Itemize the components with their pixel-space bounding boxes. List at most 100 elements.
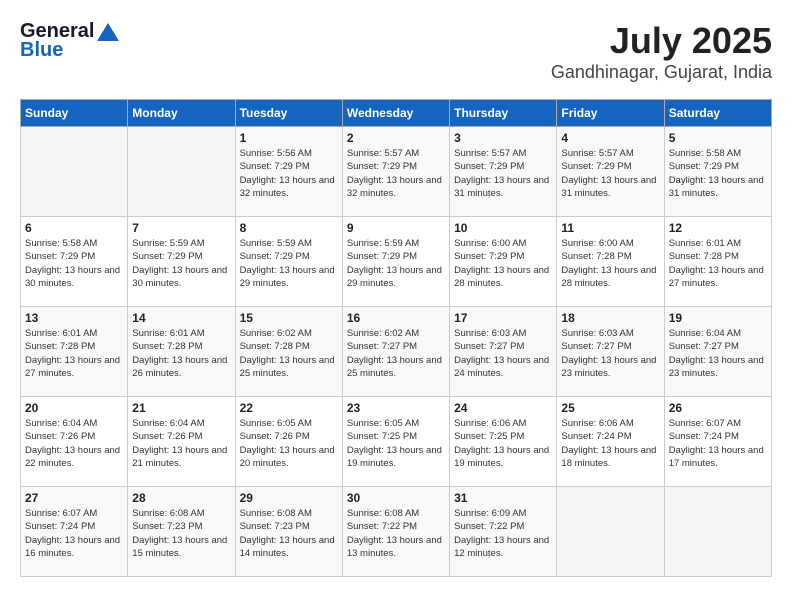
day-number: 13 [25, 311, 123, 325]
day-detail: Sunrise: 6:08 AM Sunset: 7:23 PM Dayligh… [132, 507, 230, 560]
calendar-header-row: SundayMondayTuesdayWednesdayThursdayFrid… [21, 100, 772, 127]
day-cell [21, 127, 128, 217]
day-number: 31 [454, 491, 552, 505]
day-cell: 16Sunrise: 6:02 AM Sunset: 7:27 PM Dayli… [342, 307, 449, 397]
day-cell: 20 Sunrise: 6:04 AM Sunset: 7:26 PM Dayli… [21, 397, 128, 487]
calendar-body: 1 Sunrise: 5:56 AM Sunset: 7:29 PM Daylig… [21, 127, 772, 577]
day-cell: 21 Sunrise: 6:04 AM Sunset: 7:26 PM Dayli… [128, 397, 235, 487]
day-cell: 19Sunrise: 6:04 AM Sunset: 7:27 PM Dayli… [664, 307, 771, 397]
week-row-5: 27 Sunrise: 6:07 AM Sunset: 7:24 PM Dayli… [21, 487, 772, 577]
day-detail: Sunrise: 6:07 AM Sunset: 7:24 PM Dayligh… [25, 507, 123, 560]
day-number: 6 [25, 221, 123, 235]
day-cell: 5 Sunrise: 5:58 AM Sunset: 7:29 PM Daylig… [664, 127, 771, 217]
day-cell [557, 487, 664, 577]
col-header-friday: Friday [557, 100, 664, 127]
week-row-1: 1 Sunrise: 5:56 AM Sunset: 7:29 PM Daylig… [21, 127, 772, 217]
day-cell: 4Sunrise: 5:57 AM Sunset: 7:29 PM Daylig… [557, 127, 664, 217]
day-cell: 3 Sunrise: 5:57 AM Sunset: 7:29 PM Daylig… [450, 127, 557, 217]
day-detail: Sunrise: 5:56 AM Sunset: 7:29 PM Dayligh… [240, 147, 338, 200]
day-cell: 28 Sunrise: 6:08 AM Sunset: 7:23 PM Dayli… [128, 487, 235, 577]
logo: General Blue [20, 20, 119, 62]
day-number: 12 [669, 221, 767, 235]
day-number: 28 [132, 491, 230, 505]
col-header-sunday: Sunday [21, 100, 128, 127]
col-header-thursday: Thursday [450, 100, 557, 127]
day-detail: Sunrise: 5:59 AM Sunset: 7:29 PM Dayligh… [132, 237, 230, 290]
day-detail: Sunrise: 5:57 AM Sunset: 7:29 PM Dayligh… [561, 147, 659, 200]
day-detail: Sunrise: 6:03 AM Sunset: 7:27 PM Dayligh… [561, 327, 659, 380]
day-cell: 14Sunrise: 6:01 AM Sunset: 7:28 PM Dayli… [128, 307, 235, 397]
day-detail: Sunrise: 6:08 AM Sunset: 7:23 PM Dayligh… [240, 507, 338, 560]
day-cell: 17 Sunrise: 6:03 AM Sunset: 7:27 PM Dayli… [450, 307, 557, 397]
day-detail: Sunrise: 5:58 AM Sunset: 7:29 PM Dayligh… [669, 147, 767, 200]
col-header-saturday: Saturday [664, 100, 771, 127]
day-cell: 30 Sunrise: 6:08 AM Sunset: 7:22 PM Dayli… [342, 487, 449, 577]
day-cell: 12Sunrise: 6:01 AM Sunset: 7:28 PM Dayli… [664, 217, 771, 307]
location-title: Gandhinagar, Gujarat, India [551, 62, 772, 83]
day-detail: Sunrise: 6:01 AM Sunset: 7:28 PM Dayligh… [25, 327, 123, 380]
day-cell: 10Sunrise: 6:00 AM Sunset: 7:29 PM Dayli… [450, 217, 557, 307]
day-cell: 23 Sunrise: 6:05 AM Sunset: 7:25 PM Dayli… [342, 397, 449, 487]
day-number: 17 [454, 311, 552, 325]
day-cell: 11 Sunrise: 6:00 AM Sunset: 7:28 PM Dayli… [557, 217, 664, 307]
day-cell: 29 Sunrise: 6:08 AM Sunset: 7:23 PM Dayli… [235, 487, 342, 577]
day-detail: Sunrise: 6:05 AM Sunset: 7:25 PM Dayligh… [347, 417, 445, 470]
day-cell: 2Sunrise: 5:57 AM Sunset: 7:29 PM Daylig… [342, 127, 449, 217]
page-header: General Blue July 2025 Gandhinagar, Guja… [20, 20, 772, 83]
day-cell: 26 Sunrise: 6:07 AM Sunset: 7:24 PM Dayli… [664, 397, 771, 487]
day-detail: Sunrise: 6:03 AM Sunset: 7:27 PM Dayligh… [454, 327, 552, 380]
day-detail: Sunrise: 5:59 AM Sunset: 7:29 PM Dayligh… [240, 237, 338, 290]
day-cell: 8 Sunrise: 5:59 AM Sunset: 7:29 PM Daylig… [235, 217, 342, 307]
day-detail: Sunrise: 6:02 AM Sunset: 7:28 PM Dayligh… [240, 327, 338, 380]
day-number: 2 [347, 131, 445, 145]
day-number: 23 [347, 401, 445, 415]
day-detail: Sunrise: 6:08 AM Sunset: 7:22 PM Dayligh… [347, 507, 445, 560]
calendar-table: SundayMondayTuesdayWednesdayThursdayFrid… [20, 99, 772, 577]
day-cell: 27 Sunrise: 6:07 AM Sunset: 7:24 PM Dayli… [21, 487, 128, 577]
day-cell: 7Sunrise: 5:59 AM Sunset: 7:29 PM Daylig… [128, 217, 235, 307]
day-cell: 13 Sunrise: 6:01 AM Sunset: 7:28 PM Dayli… [21, 307, 128, 397]
day-detail: Sunrise: 6:09 AM Sunset: 7:22 PM Dayligh… [454, 507, 552, 560]
day-cell: 15Sunrise: 6:02 AM Sunset: 7:28 PM Dayli… [235, 307, 342, 397]
day-detail: Sunrise: 6:05 AM Sunset: 7:26 PM Dayligh… [240, 417, 338, 470]
day-cell [664, 487, 771, 577]
day-detail: Sunrise: 6:00 AM Sunset: 7:28 PM Dayligh… [561, 237, 659, 290]
day-cell: 9 Sunrise: 5:59 AM Sunset: 7:29 PM Daylig… [342, 217, 449, 307]
day-cell: 25Sunrise: 6:06 AM Sunset: 7:24 PM Dayli… [557, 397, 664, 487]
day-number: 29 [240, 491, 338, 505]
day-number: 20 [25, 401, 123, 415]
logo-blue: Blue [20, 39, 63, 62]
day-number: 8 [240, 221, 338, 235]
title-block: July 2025 Gandhinagar, Gujarat, India [551, 20, 772, 83]
day-detail: Sunrise: 6:06 AM Sunset: 7:25 PM Dayligh… [454, 417, 552, 470]
day-number: 18 [561, 311, 659, 325]
day-cell [128, 127, 235, 217]
day-number: 21 [132, 401, 230, 415]
day-detail: Sunrise: 6:04 AM Sunset: 7:26 PM Dayligh… [25, 417, 123, 470]
day-number: 5 [669, 131, 767, 145]
day-cell: 24 Sunrise: 6:06 AM Sunset: 7:25 PM Dayli… [450, 397, 557, 487]
day-number: 19 [669, 311, 767, 325]
day-number: 3 [454, 131, 552, 145]
day-number: 25 [561, 401, 659, 415]
day-number: 27 [25, 491, 123, 505]
day-number: 10 [454, 221, 552, 235]
day-detail: Sunrise: 5:57 AM Sunset: 7:29 PM Dayligh… [454, 147, 552, 200]
day-cell: 18 Sunrise: 6:03 AM Sunset: 7:27 PM Dayli… [557, 307, 664, 397]
day-detail: Sunrise: 6:07 AM Sunset: 7:24 PM Dayligh… [669, 417, 767, 470]
day-number: 30 [347, 491, 445, 505]
day-number: 22 [240, 401, 338, 415]
day-detail: Sunrise: 6:02 AM Sunset: 7:27 PM Dayligh… [347, 327, 445, 380]
col-header-wednesday: Wednesday [342, 100, 449, 127]
day-cell: 1 Sunrise: 5:56 AM Sunset: 7:29 PM Daylig… [235, 127, 342, 217]
day-number: 1 [240, 131, 338, 145]
week-row-3: 13 Sunrise: 6:01 AM Sunset: 7:28 PM Dayli… [21, 307, 772, 397]
day-number: 26 [669, 401, 767, 415]
day-number: 11 [561, 221, 659, 235]
day-cell: 31 Sunrise: 6:09 AM Sunset: 7:22 PM Dayli… [450, 487, 557, 577]
day-number: 24 [454, 401, 552, 415]
day-detail: Sunrise: 6:04 AM Sunset: 7:26 PM Dayligh… [132, 417, 230, 470]
day-number: 9 [347, 221, 445, 235]
day-number: 14 [132, 311, 230, 325]
day-detail: Sunrise: 5:59 AM Sunset: 7:29 PM Dayligh… [347, 237, 445, 290]
